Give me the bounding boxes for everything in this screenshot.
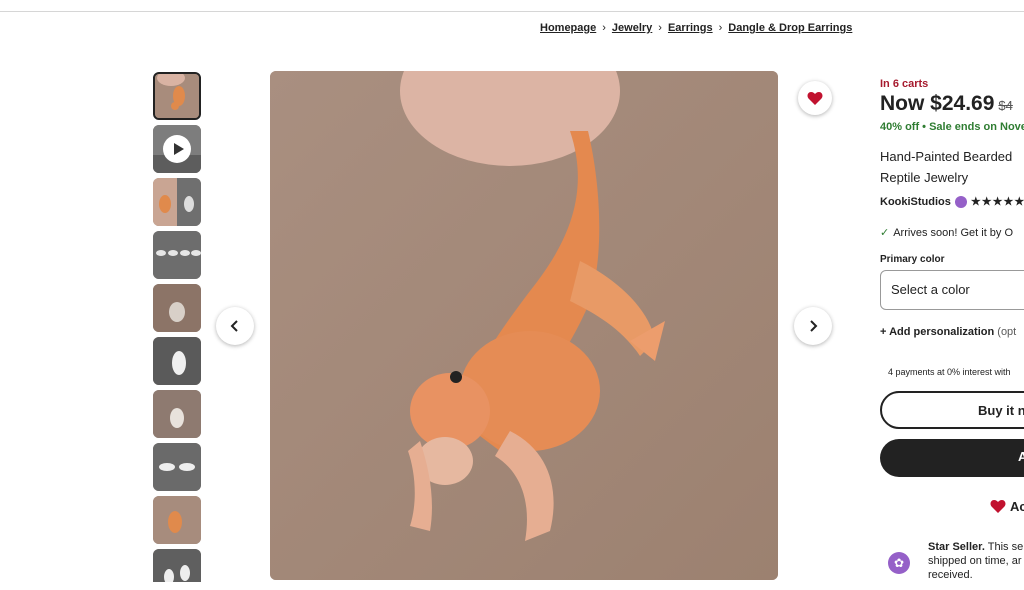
heart-icon [807, 91, 823, 105]
breadcrumb-jewelry[interactable]: Jewelry [612, 22, 652, 34]
chevron-left-icon [230, 320, 238, 332]
breadcrumb-separator: › [602, 22, 606, 34]
sale-price: Now $24.69 [880, 92, 995, 115]
price-row: Now $24.69 $4 [880, 92, 1013, 116]
add-to-collection-label: Ac [1010, 499, 1024, 514]
star-seller-text: Star Seller. This sel shipped on time, a… [928, 540, 1024, 582]
thumbnail-1[interactable] [153, 72, 201, 120]
star-seller-icon: ✿ [888, 552, 910, 574]
breadcrumb: Homepage › Jewelry › Earrings › Dangle & Drop … [540, 22, 852, 34]
buy-now-button[interactable]: Buy it n [880, 391, 1024, 429]
plus-icon: + [880, 326, 887, 338]
thumbnail-7[interactable] [153, 390, 201, 438]
primary-color-label: Primary color [880, 254, 945, 265]
breadcrumb-earrings[interactable]: Earrings [668, 22, 713, 34]
thumbnail-10[interactable] [153, 549, 201, 582]
thumbnail-strip [153, 72, 203, 582]
lizard-earring-image [153, 390, 201, 438]
thumbnail-5[interactable] [153, 284, 201, 332]
breadcrumb-homepage[interactable]: Homepage [540, 22, 596, 34]
product-main-image [270, 71, 778, 580]
thumbnail-9[interactable] [153, 496, 201, 544]
optional-label: (opt [997, 326, 1017, 338]
add-to-cart-button[interactable]: A [880, 439, 1024, 477]
star-seller-title: Star Seller. [928, 541, 985, 553]
heart-icon [990, 500, 1006, 513]
next-image-button[interactable] [794, 307, 832, 345]
product-title-line: Hand-Painted Bearded [880, 149, 1013, 164]
product-title-line: Reptile Jewelry [880, 170, 969, 185]
original-price: $4 [998, 98, 1013, 113]
bearded-dragon-earring-photo [270, 71, 778, 580]
thumbnail-4[interactable] [153, 231, 201, 279]
favorite-button[interactable] [798, 81, 832, 115]
breadcrumb-separator: › [718, 22, 723, 34]
star-seller-badge-icon [954, 195, 967, 208]
chevron-right-icon [810, 320, 818, 332]
add-personalization-button[interactable]: + Add personalization (opt [880, 326, 1016, 338]
previous-image-button[interactable] [216, 307, 254, 345]
top-divider [0, 11, 1024, 12]
rating-stars[interactable]: ★★★★★ [971, 195, 1024, 208]
product-title: Hand-Painted Bearded Reptile Jewelry [880, 146, 1024, 188]
in-carts-label: In 6 carts [880, 78, 929, 90]
payments-info: 4 payments at 0% interest with [888, 367, 1011, 377]
white-lizard-image [153, 337, 201, 385]
lizard-pair-image [153, 443, 201, 491]
lizard-on-ear-image [153, 284, 201, 332]
sale-info: 40% off • Sale ends on Nove [880, 121, 1024, 133]
lizard-row-image [153, 231, 201, 279]
sale-ends-label: Sale ends on Nove [929, 121, 1024, 133]
lizard-pair-white-image [153, 549, 201, 582]
thumbnail-6[interactable] [153, 337, 201, 385]
add-to-collection-button[interactable]: Ac [990, 499, 1024, 514]
seller-row: KookiStudios ★★★★★ [880, 195, 1024, 208]
arrival-info: ✓ Arrives soon! Get it by O [880, 226, 1013, 239]
personalization-label: Add personalization [889, 326, 995, 338]
thumbnail-3[interactable] [153, 178, 201, 226]
star-seller-info: ✿ Star Seller. This sel shipped on time,… [888, 540, 1024, 582]
breadcrumb-separator: › [658, 22, 662, 34]
lizard-earrings-collage-image [153, 178, 201, 226]
orange-lizard-image [153, 496, 201, 544]
purchase-panel: In 6 carts Now $24.69 $4 40% off • Sale e… [880, 0, 1024, 590]
play-icon [163, 135, 191, 163]
arrival-text: Arrives soon! Get it by O [893, 227, 1014, 239]
seller-name[interactable]: KookiStudios [880, 196, 951, 208]
thumbnail-8[interactable] [153, 443, 201, 491]
color-select[interactable]: Select a color [880, 270, 1024, 310]
checkmark-icon: ✓ [880, 227, 890, 239]
lizard-earring-thumbnail-image [155, 74, 199, 118]
breadcrumb-dangle-drop-earrings[interactable]: Dangle & Drop Earrings [728, 22, 852, 34]
discount-label: 40% off [880, 121, 920, 133]
thumbnail-video[interactable] [153, 125, 201, 173]
